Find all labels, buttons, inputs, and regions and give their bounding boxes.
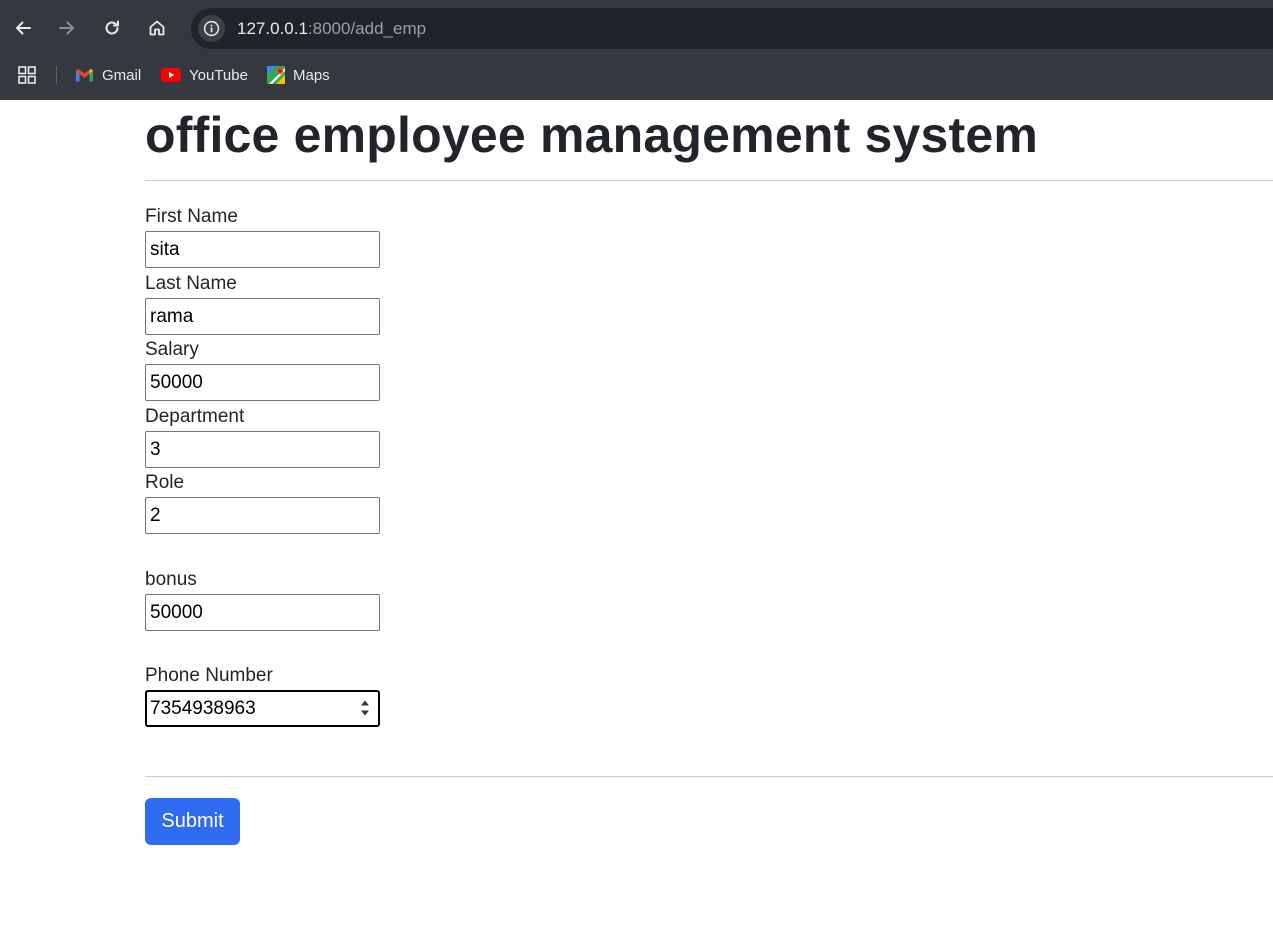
bookmark-label: Maps — [293, 66, 330, 84]
page-title: office employee management system — [145, 107, 1039, 163]
back-button[interactable] — [8, 13, 38, 43]
last-name-input[interactable] — [145, 298, 380, 335]
url-host: 127.0.0.1 — [237, 19, 308, 38]
spin-down-icon[interactable] — [360, 710, 370, 716]
reload-button[interactable] — [97, 13, 127, 43]
apps-grid-icon[interactable] — [17, 65, 37, 85]
role-input[interactable] — [145, 497, 380, 534]
department-label: Department — [145, 406, 245, 427]
bottom-divider — [145, 776, 1273, 777]
home-icon — [149, 20, 165, 36]
url-path: :8000/add_emp — [307, 19, 427, 38]
top-divider — [145, 180, 1273, 181]
browser-toolbar: 127.0.0.1:8000/add_emp — [0, 0, 1273, 56]
first-name-input[interactable] — [145, 231, 380, 268]
bonus-input[interactable] — [145, 594, 380, 631]
phone-number-stepper[interactable] — [357, 693, 373, 723]
arrow-right-icon — [59, 21, 74, 35]
browser-chrome: 127.0.0.1:8000/add_emp Gmail YouTube Map… — [0, 0, 1273, 100]
phone-number-input[interactable] — [145, 690, 380, 727]
phone-number-label: Phone Number — [145, 665, 273, 686]
bookmarks-bar: Gmail YouTube Maps — [0, 58, 1273, 92]
bookmark-youtube[interactable]: YouTube — [161, 65, 248, 85]
site-info-button[interactable] — [198, 15, 225, 42]
spin-up-icon[interactable] — [360, 700, 370, 706]
forward-button[interactable] — [52, 13, 82, 43]
role-label: Role — [145, 472, 185, 493]
arrow-left-icon — [16, 21, 31, 35]
info-icon — [203, 20, 220, 37]
first-name-label: First Name — [145, 206, 238, 227]
address-bar[interactable]: 127.0.0.1:8000/add_emp — [191, 8, 1273, 49]
submit-button[interactable]: Submit — [145, 798, 240, 845]
salary-input[interactable] — [145, 364, 380, 401]
department-input[interactable] — [145, 431, 380, 468]
gmail-icon — [75, 68, 94, 83]
url-text[interactable]: 127.0.0.1:8000/add_emp — [237, 19, 426, 39]
bookmark-label: Gmail — [102, 66, 142, 84]
salary-label: Salary — [145, 339, 199, 360]
page-content: office employee management system First … — [0, 100, 1273, 928]
bookmark-label: YouTube — [189, 66, 248, 84]
bonus-label: bonus — [145, 569, 197, 590]
bookmarks-separator — [56, 66, 57, 84]
maps-icon — [267, 66, 285, 84]
last-name-label: Last Name — [145, 273, 237, 294]
bookmark-maps[interactable]: Maps — [267, 65, 330, 85]
bookmark-gmail[interactable]: Gmail — [75, 65, 141, 85]
youtube-icon — [161, 68, 181, 82]
reload-icon — [105, 20, 119, 35]
home-button[interactable] — [142, 13, 172, 43]
